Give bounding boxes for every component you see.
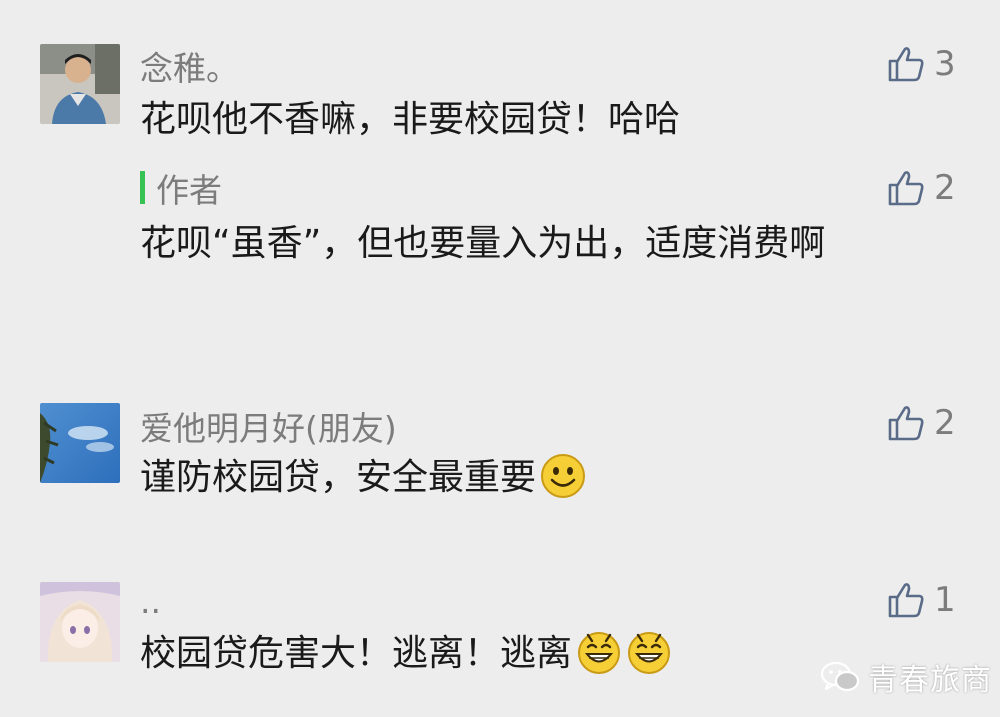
reply-like-button[interactable]: 2 (886, 168, 956, 208)
like-button[interactable]: 2 (886, 403, 956, 443)
grin-emoji-icon (576, 629, 622, 692)
avatar[interactable] (40, 582, 120, 662)
author-reply-marker (140, 171, 145, 204)
like-button[interactable]: 1 (886, 580, 956, 620)
like-count: 2 (934, 403, 956, 443)
smile-emoji-icon (540, 453, 586, 516)
thumbs-up-icon (888, 47, 924, 82)
like-count: 3 (934, 44, 956, 84)
avatar-man-photo-icon (40, 44, 120, 124)
like-button[interactable]: 3 (886, 44, 956, 84)
thumbs-up-icon (888, 171, 924, 206)
comment-text-content: 谨防校园贷，安全最重要 (140, 457, 537, 498)
comment-nickname[interactable]: .. (140, 582, 161, 621)
reply-text: 花呗“虽香”，但也要量入为出，适度消费啊 (140, 223, 826, 264)
thumbs-up-icon (888, 583, 924, 618)
comment-text: 花呗他不香嘛，非要校园贷！哈哈 (140, 99, 681, 140)
avatar[interactable] (40, 403, 120, 483)
grin-emoji-icon (626, 629, 672, 692)
comment-nickname[interactable]: 爱他明月好(朋友) (140, 402, 397, 450)
avatar-sky-tree-icon (40, 403, 120, 483)
wechat-icon (820, 661, 860, 692)
like-count: 1 (934, 580, 956, 620)
comment-nickname[interactable]: 念稚。 (140, 42, 239, 90)
watermark: 青春旅商 (820, 655, 992, 699)
watermark-text: 青春旅商 (868, 663, 992, 698)
comment-text-content: 校园贷危害大！逃离！逃离 (140, 633, 573, 674)
comment-text: 谨防校园贷，安全最重要 (140, 450, 940, 516)
thumbs-up-icon (888, 406, 924, 441)
avatar-anime-girl-icon (40, 582, 120, 662)
avatar[interactable] (40, 44, 120, 124)
like-count: 2 (934, 168, 956, 208)
author-label: 作者 (156, 171, 222, 210)
